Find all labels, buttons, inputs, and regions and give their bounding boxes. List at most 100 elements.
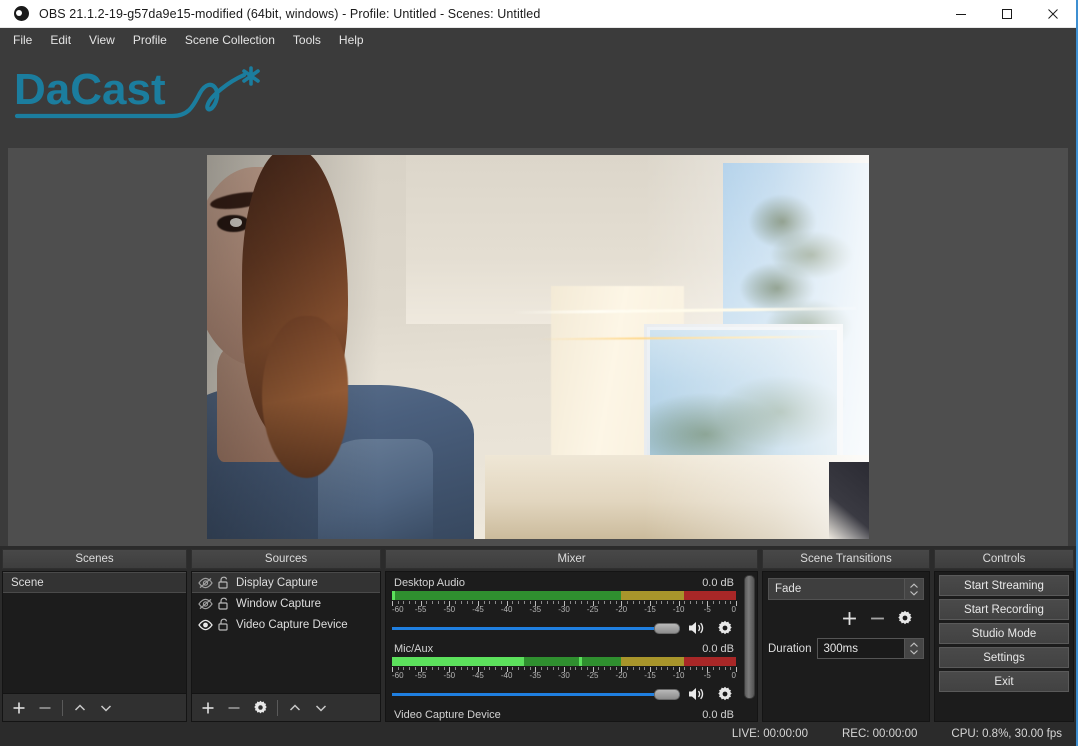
plus-icon[interactable] (195, 696, 221, 720)
gear-icon[interactable] (714, 684, 736, 704)
db-tick (655, 601, 657, 604)
start-recording-button[interactable]: Start Recording (939, 599, 1069, 620)
chevron-up-icon[interactable] (282, 696, 308, 720)
mixer-scrollbar[interactable] (742, 572, 757, 721)
volume-meter (392, 657, 736, 666)
db-tick (432, 601, 434, 604)
mixer-channel-db: 0.0 dB (702, 577, 734, 589)
mixer-channel-name: Video Capture Device (394, 709, 501, 721)
dacast-logo: DaCast (14, 65, 260, 119)
gear-icon[interactable] (892, 606, 918, 630)
chevron-updown-icon[interactable] (904, 579, 923, 599)
chevron-up-icon[interactable] (67, 696, 93, 720)
sources-list[interactable]: Display Capture Window Capture Video Cap… (191, 571, 381, 694)
db-tick (701, 667, 703, 670)
scrollbar-thumb[interactable] (744, 575, 755, 699)
db-tick (403, 667, 405, 670)
db-tick (638, 601, 640, 604)
minus-icon[interactable] (864, 606, 890, 630)
lock-open-icon[interactable] (214, 596, 232, 612)
db-tick-label: -60 (392, 605, 404, 614)
menu-profile[interactable]: Profile (124, 30, 176, 50)
scenes-list[interactable]: Scene (2, 571, 187, 694)
chevron-down-icon[interactable] (93, 696, 119, 720)
mixer-channel-db: 0.0 dB (702, 643, 734, 655)
minus-icon[interactable] (32, 696, 58, 720)
db-tick (518, 667, 520, 670)
volume-slider[interactable] (392, 685, 680, 703)
speaker-icon[interactable] (686, 684, 708, 704)
chevron-down-icon[interactable] (308, 696, 334, 720)
db-tick (495, 667, 497, 670)
mixer-channel-name: Desktop Audio (394, 577, 465, 589)
mixer-channel: Desktop Audio 0.0 dB -60 -55 -50 -45 -40 -35-… (392, 576, 737, 638)
chevron-updown-icon[interactable] (904, 639, 923, 658)
controls-body: Start Streaming Start Recording Studio M… (934, 571, 1074, 722)
status-live: LIVE: 00:00:00 (731, 728, 808, 740)
preview-area (0, 148, 1076, 546)
menu-tools[interactable]: Tools (284, 30, 330, 50)
speaker-icon[interactable] (686, 618, 708, 638)
db-tick (609, 601, 611, 604)
lock-open-icon[interactable] (214, 617, 232, 633)
preview-canvas[interactable] (8, 148, 1068, 546)
studio-mode-button[interactable]: Studio Mode (939, 623, 1069, 644)
plus-icon[interactable] (836, 606, 862, 630)
db-tick-label: -15 (644, 605, 656, 614)
duration-input[interactable]: 300ms (817, 638, 924, 659)
db-tick (586, 601, 588, 604)
gear-icon[interactable] (247, 696, 273, 720)
source-list-item[interactable]: Display Capture (192, 572, 380, 593)
db-scale: -60 -55 -50 -45 -40 -35 -30 -25 -20 -15 -10 -5 0 (392, 667, 737, 681)
db-tick-label: -25 (586, 605, 599, 614)
db-scale: -60 -55 -50 -45 -40 -35 -30 -25 -20 -15 -10 -5 0 (392, 601, 737, 615)
db-tick (598, 667, 600, 670)
db-tick (581, 601, 583, 604)
gear-icon[interactable] (714, 618, 736, 638)
controls-title: Controls (934, 549, 1074, 569)
db-tick-label: -15 (644, 671, 656, 680)
eye-hidden-icon[interactable] (196, 575, 214, 591)
menu-help[interactable]: Help (330, 30, 373, 50)
menu-edit[interactable]: Edit (41, 30, 80, 50)
mixer-title: Mixer (385, 549, 758, 569)
db-tick (414, 667, 416, 670)
transitions-title: Scene Transitions (762, 549, 930, 569)
eye-visible-icon[interactable] (196, 617, 214, 633)
db-tick-label: -20 (615, 671, 628, 680)
start-streaming-button[interactable]: Start Streaming (939, 575, 1069, 596)
db-tick (627, 601, 629, 604)
source-list-item[interactable]: Window Capture (192, 593, 380, 614)
db-tick (667, 601, 669, 604)
menu-file[interactable]: File (4, 30, 41, 50)
db-tick (644, 667, 646, 670)
scene-list-item[interactable]: Scene (3, 572, 186, 593)
maximize-icon[interactable] (984, 0, 1030, 28)
menu-view[interactable]: View (80, 30, 124, 50)
transition-select[interactable]: Fade (768, 578, 924, 600)
db-tick (437, 601, 439, 604)
status-bar: LIVE: 00:00:00 REC: 00:00:00 CPU: 0.8%, … (0, 722, 1076, 746)
controls-dock: Controls Start Streaming Start Recording… (934, 549, 1074, 722)
eye-hidden-icon[interactable] (196, 596, 214, 612)
db-tick (552, 667, 554, 670)
menu-scene-collection[interactable]: Scene Collection (176, 30, 284, 50)
db-tick (695, 667, 697, 670)
source-list-item[interactable]: Video Capture Device (192, 614, 380, 635)
settings-button[interactable]: Settings (939, 647, 1069, 668)
status-rec: REC: 00:00:00 (841, 728, 918, 740)
volume-slider[interactable] (392, 619, 680, 637)
exit-button[interactable]: Exit (939, 671, 1069, 692)
db-tick (546, 667, 548, 670)
db-tick (604, 667, 606, 670)
obs-main-window: OBS 21.1.2-19-g57da9e15-modified (64bit,… (0, 0, 1078, 746)
minimize-icon[interactable] (938, 0, 984, 28)
db-tick (409, 667, 411, 670)
minus-icon[interactable] (221, 696, 247, 720)
db-tick (403, 601, 405, 604)
plus-icon[interactable] (6, 696, 32, 720)
close-icon[interactable] (1030, 0, 1076, 28)
title-bar: OBS 21.1.2-19-g57da9e15-modified (64bit,… (0, 0, 1076, 28)
menu-bar: File Edit View Profile Scene Collection … (0, 28, 1076, 52)
lock-open-icon[interactable] (214, 575, 232, 591)
